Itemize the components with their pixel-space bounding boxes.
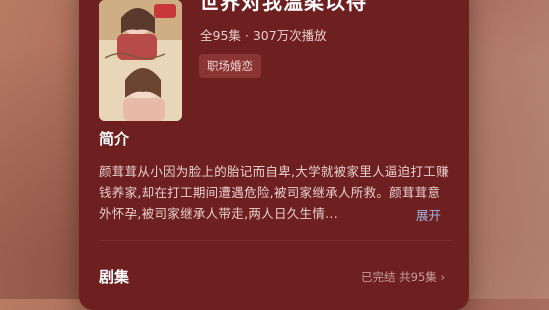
genre-tag[interactable]: 职场婚恋 bbox=[199, 54, 261, 78]
cover-image[interactable] bbox=[99, 0, 182, 121]
intro-heading: 简介 bbox=[99, 130, 130, 148]
intro-text: 颜茸茸从小因为脸上的胎记而自卑,大学就被家里人逼迫打工赚钱养家,却在打工期间遭遇… bbox=[99, 164, 449, 221]
detail-panel: 世界对我温柔以待 全95集 · 307万次播放 职场婚恋 简介 颜茸茸从小因为脸… bbox=[79, 0, 469, 310]
episodes-status[interactable]: 已完结 共95集 › bbox=[361, 269, 445, 285]
section-divider bbox=[99, 240, 453, 241]
show-meta: 全95集 · 307万次播放 bbox=[200, 28, 327, 43]
episodes-heading: 剧集 bbox=[99, 268, 130, 286]
episodes-status-text: 已完结 共95集 › bbox=[361, 270, 446, 284]
expand-link[interactable]: 展开 bbox=[416, 205, 441, 224]
show-title: 世界对我温柔以待 bbox=[199, 0, 367, 14]
cover-illustration bbox=[99, 0, 182, 121]
